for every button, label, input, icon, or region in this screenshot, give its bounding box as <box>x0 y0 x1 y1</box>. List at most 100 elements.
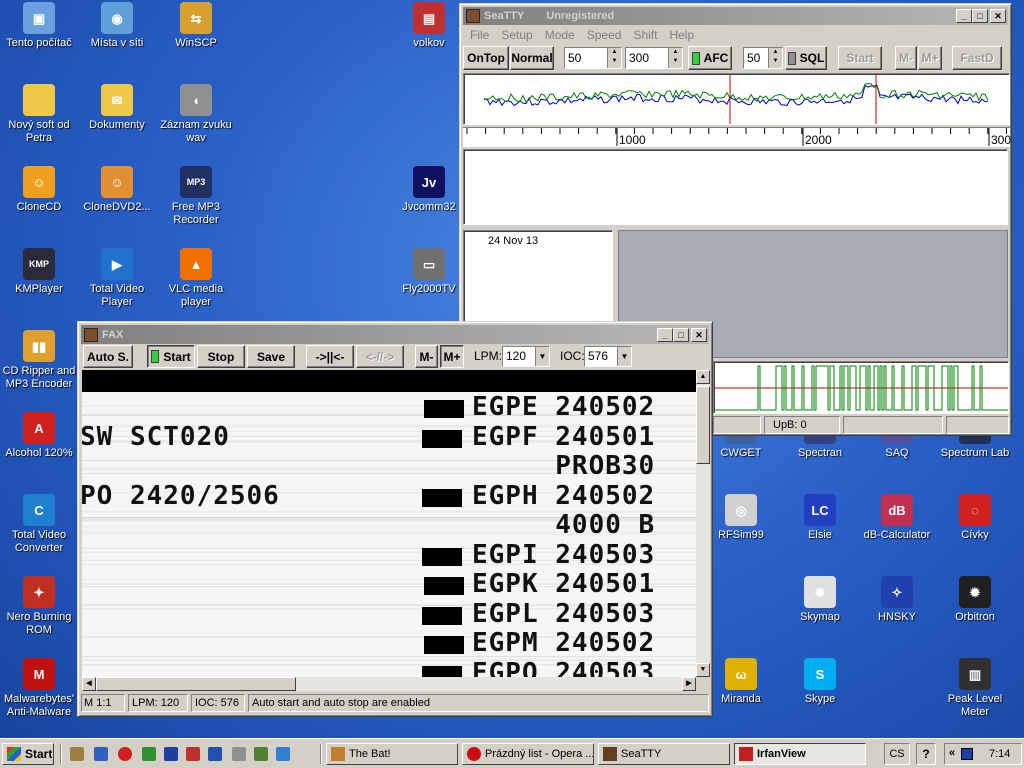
maximize-button[interactable]: □ <box>972 9 988 23</box>
close-button[interactable]: ✕ <box>691 327 707 342</box>
desktop-icon[interactable]: ⇆ WinSCP <box>157 2 235 50</box>
scroll-up-icon[interactable]: ▲ <box>696 370 710 384</box>
spinner-arrows-icon[interactable]: ▲ ▼ <box>668 48 682 68</box>
receive-text-area[interactable] <box>463 149 1008 225</box>
quicklaunch-info-icon[interactable] <box>232 747 246 761</box>
auto-start-button[interactable]: Auto S. <box>83 345 133 368</box>
desktop-icon[interactable]: dB dB-Calculator <box>858 494 936 542</box>
scroll-down-icon[interactable]: ▼ <box>696 663 710 677</box>
desktop-icon[interactable]: ✉ Dokumenty <box>78 84 156 132</box>
dropdown-arrow-icon[interactable]: ▼ <box>617 347 631 366</box>
language-indicator[interactable]: CS <box>884 743 910 765</box>
desktop-icon[interactable]: ◎ RFSim99 <box>702 494 780 542</box>
quicklaunch-save-icon[interactable] <box>164 747 178 761</box>
memory-minus-button[interactable]: M- <box>895 46 917 70</box>
task-irfanview[interactable]: IrfanView <box>734 743 866 765</box>
menu-item[interactable]: Setup <box>501 28 532 42</box>
quicklaunch-ie-icon[interactable] <box>276 747 290 761</box>
desktop-icon[interactable]: ▥ Peak Level Meter <box>936 658 1014 719</box>
desktop-icon[interactable]: A Alcohol 120% <box>0 412 78 460</box>
tray-shield-icon[interactable] <box>961 748 973 760</box>
afc-button[interactable]: AFC <box>688 46 732 70</box>
clock[interactable]: 7:14 <box>989 748 1010 760</box>
minimize-button[interactable]: _ <box>657 327 673 342</box>
fax-image[interactable]: EGPE 240502 SW SCT020 EGPF 240501 PROB30 PO… <box>82 370 696 677</box>
squelch-spinner[interactable]: 50 ▲ ▼ <box>743 47 783 69</box>
desktop-icon[interactable]: ▣ Tento počítač <box>0 2 78 50</box>
quicklaunch-firefox-icon[interactable] <box>94 747 108 761</box>
dropdown-arrow-icon[interactable]: ▼ <box>535 347 549 366</box>
quicklaunch-opera-icon[interactable] <box>118 747 132 761</box>
fax-start-button[interactable]: Start <box>147 345 195 368</box>
slant-back-button[interactable]: <-//-> <box>356 345 404 368</box>
desktop-icon[interactable]: ▲ VLC media player <box>157 248 235 309</box>
desktop-icon[interactable]: ✦ Nero Burning ROM <box>0 576 78 637</box>
desktop-icon[interactable]: ✹ Orbitron <box>936 576 1014 624</box>
tray-expand-icon[interactable]: « <box>949 747 955 759</box>
fax-save-button[interactable]: Save <box>247 345 295 368</box>
task-thebat[interactable]: The Bat! <box>326 743 458 765</box>
lpm-select[interactable]: 120 ▼ <box>502 346 550 367</box>
spinner-arrows-icon[interactable]: ▲ ▼ <box>768 48 782 68</box>
fax-titlebar[interactable]: FAX _ □ ✕ <box>81 325 709 344</box>
ontop-button[interactable]: OnTop <box>463 46 509 70</box>
maximize-button[interactable]: □ <box>673 327 689 342</box>
fax-memory-plus-button[interactable]: M+ <box>440 345 464 368</box>
quicklaunch-thebat-icon[interactable] <box>70 747 84 761</box>
ioc-select[interactable]: 576 ▼ <box>584 346 632 367</box>
horizontal-scrollbar[interactable]: ◀ ▶ <box>82 677 696 691</box>
desktop-icon[interactable]: S Skype <box>781 658 859 706</box>
desktop-icon[interactable]: ◉ Místa v síti <box>78 2 156 50</box>
desktop-icon[interactable]: M Malwarebytes' Anti-Malware <box>0 658 78 719</box>
desktop-icon[interactable]: ▮▮ CD Ripper and MP3 Encoder <box>0 330 78 391</box>
menu-item[interactable]: Help <box>669 28 694 42</box>
spinner-arrows-icon[interactable]: ▲ ▼ <box>607 48 621 68</box>
start-menu-button[interactable]: Start <box>2 743 54 765</box>
sql-button[interactable]: SQL <box>785 46 827 70</box>
desktop-icon[interactable]: ☺ CloneCD <box>0 166 78 214</box>
horizontal-scroll-thumb[interactable] <box>96 677 296 691</box>
scroll-right-icon[interactable]: ▶ <box>682 677 696 691</box>
start-button[interactable]: Start <box>838 46 882 70</box>
fastd-button[interactable]: FastD <box>952 46 1002 70</box>
minimize-button[interactable]: _ <box>956 9 972 23</box>
desktop-icon[interactable]: MP3 Free MP3 Recorder <box>157 166 235 227</box>
normal-button[interactable]: Normal <box>510 46 554 70</box>
memory-plus-button[interactable]: M+ <box>918 46 942 70</box>
desktop-icon[interactable]: ▶ Total Video Player <box>78 248 156 309</box>
slant-forward-button[interactable]: ->||<- <box>306 345 354 368</box>
seatty-titlebar[interactable]: SeaTTY Unregistered _ □ ✕ <box>463 7 1008 25</box>
desktop-icon[interactable]: LC Elsie <box>781 494 859 542</box>
desktop-icon[interactable]: KMP KMPlayer <box>0 248 78 296</box>
desktop-icon[interactable]: Jv Jvcomm32 <box>390 166 468 214</box>
freq-spinner[interactable]: 50 ▲ ▼ <box>564 47 622 69</box>
quicklaunch-alarm-icon[interactable] <box>186 747 200 761</box>
desktop-icon[interactable]: ▤ volkov <box>390 2 468 50</box>
menu-item[interactable]: Speed <box>587 28 622 42</box>
task-opera[interactable]: Prázdný list - Opera ... <box>462 743 594 765</box>
desktop-icon[interactable]: ✸ Skymap <box>781 576 859 624</box>
spectrum-display[interactable] <box>463 73 1010 125</box>
fax-stop-button[interactable]: Stop <box>197 345 245 368</box>
help-icon[interactable]: ? <box>916 743 936 765</box>
close-button[interactable]: ✕ <box>990 9 1006 23</box>
quicklaunch-arrow-icon[interactable] <box>142 747 156 761</box>
desktop-icon[interactable]: ω Miranda <box>702 658 780 706</box>
menu-item[interactable]: Shift <box>633 28 657 42</box>
desktop-icon[interactable]: ✧ HNSKY <box>858 576 936 624</box>
desktop-icon[interactable]: Nový soft od Petra <box>0 84 78 145</box>
task-seatty[interactable]: SeaTTY <box>598 743 730 765</box>
desktop-icon[interactable]: ☺ CloneDVD2... <box>78 166 156 214</box>
desktop-icon[interactable]: ◖ Záznam zvuku wav <box>157 84 235 145</box>
shift-spinner[interactable]: 300 ▲ ▼ <box>625 47 683 69</box>
vertical-scrollbar[interactable]: ▲ ▼ <box>696 370 710 677</box>
menu-item[interactable]: File <box>470 28 489 42</box>
frequency-scale[interactable]: 1000 2000 300 <box>463 127 1011 147</box>
desktop-icon[interactable]: ▭ Fly2000TV <box>390 248 468 296</box>
quicklaunch-tools-icon[interactable] <box>254 747 268 761</box>
fax-memory-minus-button[interactable]: M- <box>415 345 438 368</box>
vertical-scroll-thumb[interactable] <box>696 386 710 464</box>
scroll-left-icon[interactable]: ◀ <box>82 677 96 691</box>
desktop-icon[interactable]: C Total Video Converter <box>0 494 78 555</box>
quicklaunch-shield-icon[interactable] <box>208 747 222 761</box>
